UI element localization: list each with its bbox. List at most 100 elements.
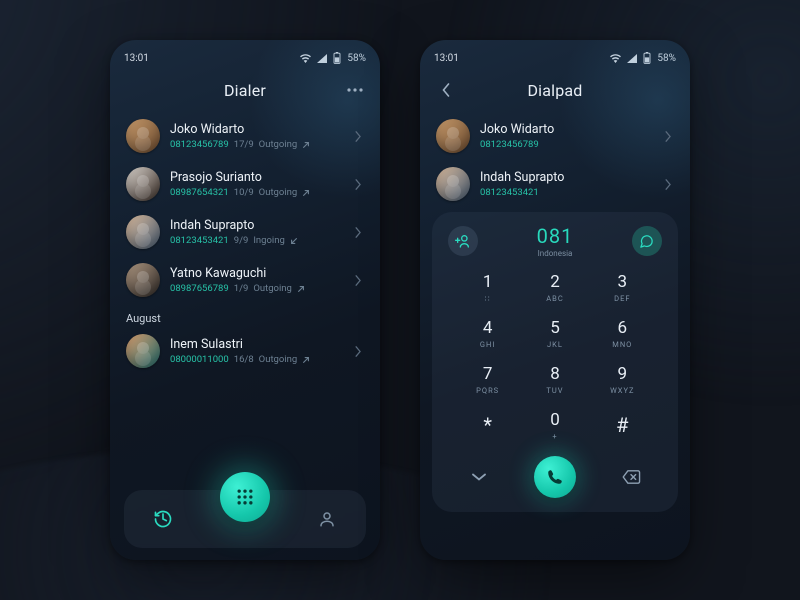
more-button[interactable] xyxy=(340,75,370,105)
dialpad-header: Dialpad xyxy=(420,72,690,108)
call-button[interactable] xyxy=(534,456,576,498)
add-contact-button[interactable] xyxy=(448,226,478,256)
call-date: 9/9 xyxy=(234,235,249,246)
call-type: Ingoing xyxy=(253,235,284,246)
contact-number: 08123453421 xyxy=(170,235,229,246)
key-hash[interactable]: # xyxy=(591,404,654,448)
add-person-icon xyxy=(455,233,471,249)
avatar xyxy=(126,215,160,249)
key-0[interactable]: 0+ xyxy=(523,404,586,448)
dialpad-screen: 13:01 58% Dialpad Joko Widarto 081234567… xyxy=(420,40,690,560)
contact-result-item[interactable]: Joko Widarto 08123456789 xyxy=(420,112,690,160)
chevron-right-icon xyxy=(355,342,362,361)
call-date: 16/8 xyxy=(234,354,254,365)
call-log-item[interactable]: Joko Widarto 08123456789 17/9 Outgoing xyxy=(110,112,380,160)
call-meta: 08000011000 16/8 Outgoing xyxy=(170,354,345,365)
call-meta: 08987654321 10/9 Outgoing xyxy=(170,187,345,198)
call-log-item[interactable]: Inem Sulastri 08000011000 16/8 Outgoing xyxy=(110,327,380,375)
battery-icon xyxy=(643,52,651,64)
avatar xyxy=(126,119,160,153)
backspace-icon xyxy=(621,470,641,484)
key-7[interactable]: 7PQRS xyxy=(456,358,519,402)
dialer-screen: 13:01 58% Dialer Joko Widarto 0812 xyxy=(110,40,380,560)
battery-icon xyxy=(333,52,341,64)
key-3[interactable]: 3DEF xyxy=(591,266,654,310)
backspace-button[interactable] xyxy=(614,460,648,494)
call-type: Outgoing xyxy=(259,139,298,150)
contact-number: 08123456789 xyxy=(480,139,539,150)
chevron-right-icon xyxy=(355,271,362,290)
contact-number: 08987654321 xyxy=(170,187,229,198)
battery-percent: 58% xyxy=(657,53,676,64)
call-log-list: Joko Widarto 08123456789 17/9 Outgoing P… xyxy=(110,108,380,490)
arrow-out-icon xyxy=(302,356,310,364)
signal-icon xyxy=(317,54,327,63)
tab-history[interactable] xyxy=(143,499,183,539)
message-icon xyxy=(639,234,654,249)
call-log-item[interactable]: Indah Suprapto 08123453421 9/9 Ingoing xyxy=(110,208,380,256)
bottom-tab-bar xyxy=(124,490,366,548)
tab-contacts[interactable] xyxy=(307,499,347,539)
wifi-icon xyxy=(300,54,311,63)
section-label: August xyxy=(110,304,380,327)
call-log-item[interactable]: Prasojo Surianto 08987654321 10/9 Outgoi… xyxy=(110,160,380,208)
chevron-right-icon xyxy=(355,127,362,146)
back-button[interactable] xyxy=(430,75,460,105)
battery-percent: 58% xyxy=(347,53,366,64)
contact-name: Indah Suprapto xyxy=(480,170,655,186)
typed-number: 081 xyxy=(537,224,574,248)
key-2[interactable]: 2ABC xyxy=(523,266,586,310)
key-4[interactable]: 4GHI xyxy=(456,312,519,356)
call-meta: 08123453421 9/9 Ingoing xyxy=(170,235,345,246)
chevron-right-icon xyxy=(355,175,362,194)
arrow-out-icon xyxy=(302,189,310,197)
arrow-out-icon xyxy=(302,141,310,149)
call-date: 17/9 xyxy=(234,139,254,150)
arrow-out-icon xyxy=(297,285,305,293)
key-5[interactable]: 5JKL xyxy=(523,312,586,356)
key-star[interactable]: * xyxy=(456,404,519,448)
status-time: 13:01 xyxy=(434,53,459,64)
typed-number-display: 081 Indonesia xyxy=(537,224,574,258)
avatar xyxy=(126,263,160,297)
status-icons: 58% xyxy=(610,52,676,64)
open-dialpad-button[interactable] xyxy=(220,472,270,522)
signal-icon xyxy=(627,54,637,63)
dialer-header: Dialer xyxy=(110,72,380,108)
contact-name: Inem Sulastri xyxy=(170,337,345,353)
chevron-down-icon xyxy=(472,473,486,482)
chevron-right-icon xyxy=(665,175,672,194)
contact-number: 08987656789 xyxy=(170,283,229,294)
phone-icon xyxy=(546,468,564,486)
contact-name: Joko Widarto xyxy=(480,122,655,138)
call-date: 10/9 xyxy=(234,187,254,198)
wifi-icon xyxy=(610,54,621,63)
contact-name: Yatno Kawaguchi xyxy=(170,266,345,282)
status-time: 13:01 xyxy=(124,53,149,64)
collapse-dialpad-button[interactable] xyxy=(462,460,496,494)
call-meta: 08123456789 17/9 Outgoing xyxy=(170,139,345,150)
search-results: Joko Widarto 08123456789 Indah Suprapto … xyxy=(420,108,690,208)
call-type: Outgoing xyxy=(259,187,298,198)
dialpad-panel: 081 Indonesia 1∷ 2ABC 3DEF 4GHI 5JKL 6MN… xyxy=(432,212,678,512)
avatar xyxy=(126,334,160,368)
key-6[interactable]: 6MNO xyxy=(591,312,654,356)
call-meta: 08987656789 1/9 Outgoing xyxy=(170,283,345,294)
message-button[interactable] xyxy=(632,226,662,256)
contact-result-item[interactable]: Indah Suprapto 08123453421 xyxy=(420,160,690,208)
call-type: Outgoing xyxy=(253,283,292,294)
chevron-right-icon xyxy=(355,223,362,242)
person-icon xyxy=(318,510,336,528)
key-8[interactable]: 8TUV xyxy=(523,358,586,402)
status-bar: 13:01 58% xyxy=(420,46,690,70)
key-9[interactable]: 9WXYZ xyxy=(591,358,654,402)
avatar xyxy=(126,167,160,201)
call-log-item[interactable]: Yatno Kawaguchi 08987656789 1/9 Outgoing xyxy=(110,256,380,304)
contact-number: 08000011000 xyxy=(170,354,229,365)
call-date: 1/9 xyxy=(234,283,249,294)
contact-name: Joko Widarto xyxy=(170,122,345,138)
key-1[interactable]: 1∷ xyxy=(456,266,519,310)
contact-name: Indah Suprapto xyxy=(170,218,345,234)
status-icons: 58% xyxy=(300,52,366,64)
contact-number: 08123453421 xyxy=(480,187,539,198)
